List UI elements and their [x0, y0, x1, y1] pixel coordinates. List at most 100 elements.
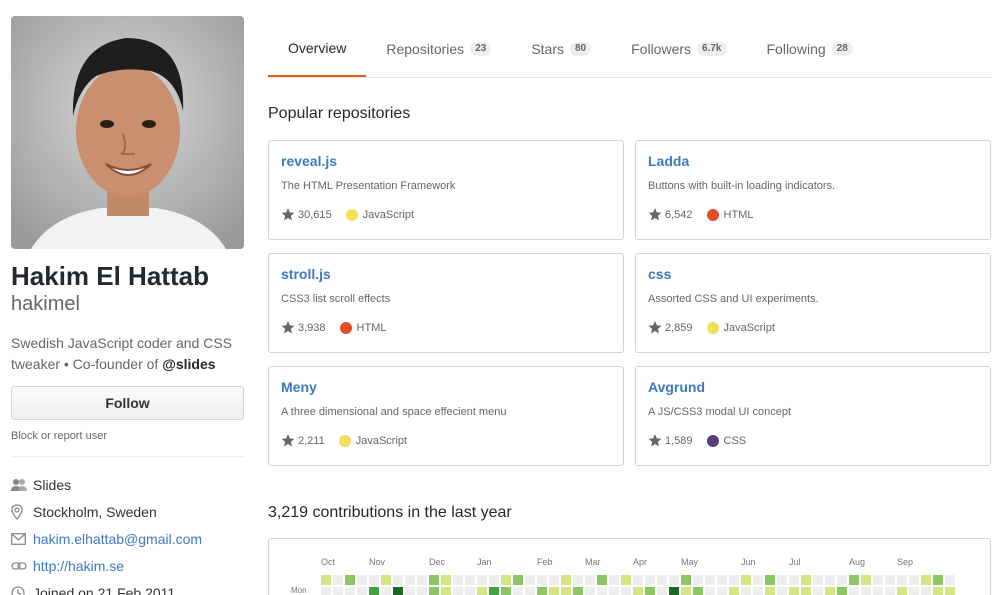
contribution-day[interactable]	[741, 575, 751, 585]
contribution-day[interactable]	[453, 587, 463, 595]
contribution-day[interactable]	[705, 587, 715, 595]
contribution-day[interactable]	[513, 587, 523, 595]
contribution-day[interactable]	[477, 575, 487, 585]
repo-name-link[interactable]: stroll.js	[281, 266, 611, 282]
contribution-day[interactable]	[345, 575, 355, 585]
contribution-day[interactable]	[801, 587, 811, 595]
repo-stars[interactable]: 2,211	[281, 434, 325, 447]
contribution-day[interactable]	[561, 575, 571, 585]
contribution-day[interactable]	[945, 587, 955, 595]
contribution-day[interactable]	[501, 587, 511, 595]
repo-name-link[interactable]: css	[648, 266, 978, 282]
contribution-day[interactable]	[621, 575, 631, 585]
contribution-day[interactable]	[861, 587, 871, 595]
contribution-day[interactable]	[849, 587, 859, 595]
contribution-day[interactable]	[789, 575, 799, 585]
contribution-day[interactable]	[621, 587, 631, 595]
contribution-day[interactable]	[657, 575, 667, 585]
contribution-day[interactable]	[765, 587, 775, 595]
contribution-day[interactable]	[381, 575, 391, 585]
contribution-day[interactable]	[477, 587, 487, 595]
contribution-day[interactable]	[381, 587, 391, 595]
contribution-day[interactable]	[837, 587, 847, 595]
contribution-day[interactable]	[729, 587, 739, 595]
contribution-day[interactable]	[777, 575, 787, 585]
contribution-day[interactable]	[873, 575, 883, 585]
contribution-day[interactable]	[549, 587, 559, 595]
contribution-day[interactable]	[861, 575, 871, 585]
contribution-day[interactable]	[585, 587, 595, 595]
contribution-day[interactable]	[753, 587, 763, 595]
contribution-day[interactable]	[717, 587, 727, 595]
contribution-day[interactable]	[633, 587, 643, 595]
contribution-day[interactable]	[405, 575, 415, 585]
contribution-day[interactable]	[345, 587, 355, 595]
contribution-day[interactable]	[441, 575, 451, 585]
contribution-day[interactable]	[933, 575, 943, 585]
contribution-day[interactable]	[825, 587, 835, 595]
tab-following[interactable]: Following 28	[747, 20, 873, 77]
contribution-day[interactable]	[525, 587, 535, 595]
contribution-day[interactable]	[681, 575, 691, 585]
contribution-day[interactable]	[717, 575, 727, 585]
contribution-day[interactable]	[441, 587, 451, 595]
repo-stars[interactable]: 6,542	[648, 208, 693, 221]
bio-org-link[interactable]: @slides	[162, 356, 215, 372]
contribution-day[interactable]	[609, 587, 619, 595]
contribution-day[interactable]	[573, 587, 583, 595]
contribution-day[interactable]	[765, 575, 775, 585]
contribution-day[interactable]	[945, 575, 955, 585]
repo-name-link[interactable]: reveal.js	[281, 153, 611, 169]
contribution-day[interactable]	[537, 575, 547, 585]
contribution-day[interactable]	[885, 587, 895, 595]
tab-repositories[interactable]: Repositories 23	[366, 20, 511, 77]
contribution-day[interactable]	[525, 575, 535, 585]
contribution-day[interactable]	[321, 587, 331, 595]
contribution-day[interactable]	[489, 575, 499, 585]
contribution-day[interactable]	[813, 575, 823, 585]
contribution-day[interactable]	[417, 587, 427, 595]
contribution-day[interactable]	[393, 575, 403, 585]
contribution-day[interactable]	[465, 587, 475, 595]
contribution-day[interactable]	[609, 575, 619, 585]
tab-overview[interactable]: Overview	[268, 20, 367, 77]
contribution-day[interactable]	[357, 587, 367, 595]
contribution-day[interactable]	[681, 587, 691, 595]
contribution-day[interactable]	[693, 587, 703, 595]
contribution-day[interactable]	[705, 575, 715, 585]
contribution-day[interactable]	[369, 587, 379, 595]
contribution-day[interactable]	[465, 575, 475, 585]
contribution-day[interactable]	[933, 587, 943, 595]
contribution-day[interactable]	[597, 575, 607, 585]
contribution-day[interactable]	[429, 575, 439, 585]
contribution-day[interactable]	[669, 587, 679, 595]
block-report-link[interactable]: Block or report user	[11, 430, 244, 457]
contribution-day[interactable]	[657, 587, 667, 595]
contribution-day[interactable]	[909, 575, 919, 585]
contribution-day[interactable]	[561, 587, 571, 595]
contribution-day[interactable]	[453, 575, 463, 585]
contribution-day[interactable]	[825, 575, 835, 585]
contribution-day[interactable]	[897, 575, 907, 585]
repo-name-link[interactable]: Meny	[281, 379, 611, 395]
contribution-day[interactable]	[405, 587, 415, 595]
contribution-day[interactable]	[753, 575, 763, 585]
contribution-day[interactable]	[489, 587, 499, 595]
contribution-day[interactable]	[909, 587, 919, 595]
contribution-day[interactable]	[393, 587, 403, 595]
contribution-day[interactable]	[729, 575, 739, 585]
contribution-day[interactable]	[741, 587, 751, 595]
repo-stars[interactable]: 2,859	[648, 321, 693, 334]
contribution-day[interactable]	[357, 575, 367, 585]
contribution-day[interactable]	[921, 587, 931, 595]
contribution-day[interactable]	[693, 575, 703, 585]
contribution-day[interactable]	[873, 587, 883, 595]
contribution-day[interactable]	[885, 575, 895, 585]
detail-website-link[interactable]: http://hakim.se	[33, 558, 124, 574]
contribution-day[interactable]	[837, 575, 847, 585]
contribution-day[interactable]	[537, 587, 547, 595]
repo-stars[interactable]: 3,938	[281, 321, 326, 334]
repo-name-link[interactable]: Ladda	[648, 153, 978, 169]
detail-email-link[interactable]: hakim.elhattab@gmail.com	[33, 531, 202, 547]
contribution-day[interactable]	[585, 575, 595, 585]
